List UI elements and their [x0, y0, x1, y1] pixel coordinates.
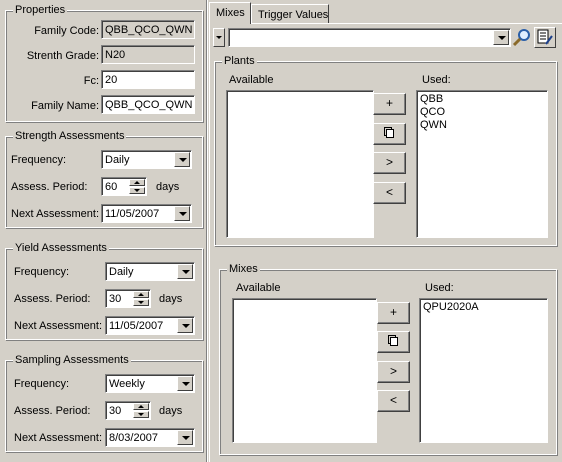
yield-period-label: Assess. Period:: [14, 293, 91, 305]
list-item[interactable]: QWN: [420, 119, 544, 132]
yield-next-date-picker[interactable]: 11/05/2007: [105, 316, 195, 335]
mixes-available-label: Available: [236, 282, 281, 294]
fc-field[interactable]: 20: [101, 70, 195, 89]
spin-up-icon[interactable]: [129, 179, 145, 186]
list-item[interactable]: QBB: [420, 93, 544, 106]
plants-group: Plants Available Used: + > < QBB QCO QWN: [214, 54, 557, 246]
plants-available-label: Available: [229, 74, 274, 86]
mix-search-combo[interactable]: [228, 28, 511, 47]
strength-period-stepper[interactable]: 60: [101, 177, 147, 196]
sampling-period-value: 30: [109, 405, 122, 417]
spin-up-icon[interactable]: [133, 291, 149, 298]
spin-down-icon[interactable]: [133, 411, 149, 418]
properties-group: Properties Family Code: QBB_QCO_QWN Stre…: [5, 3, 203, 122]
yield-next-value: 11/05/2007: [109, 320, 164, 332]
strength-period-value: 60: [105, 181, 118, 193]
mixes-group: Mixes Available Used: + > < QPU2020A: [219, 262, 557, 455]
mixes-used-label: Used:: [425, 282, 454, 294]
copy-icon: [385, 129, 394, 138]
strength-frequency-select[interactable]: Daily: [101, 150, 192, 169]
plants-move-right-button[interactable]: >: [373, 152, 406, 174]
chevron-down-icon[interactable]: [177, 264, 193, 279]
chevron-down-icon[interactable]: [177, 376, 193, 391]
edit-list-button[interactable]: [534, 27, 556, 48]
strength-title: Strength Assessments: [13, 129, 127, 143]
strength-period-unit: days: [156, 181, 180, 193]
strength-frequency-label: Frequency:: [11, 154, 67, 166]
mixes-copy-button[interactable]: [377, 331, 410, 353]
strength-grade-field[interactable]: N20: [101, 45, 195, 64]
scroll-left-button[interactable]: [213, 28, 225, 47]
search-icon: [512, 29, 530, 47]
chevron-down-icon[interactable]: [177, 318, 193, 333]
spinner-icon[interactable]: [133, 291, 149, 306]
yield-frequency-select[interactable]: Daily: [105, 262, 195, 281]
strength-frequency-value: Daily: [105, 154, 130, 166]
yield-period-value: 30: [109, 293, 122, 305]
list-item[interactable]: QPU2020A: [423, 301, 544, 314]
sampling-frequency-value: Weekly: [109, 378, 145, 390]
family-code-label: Family Code:: [34, 25, 99, 37]
strength-period-label: Assess. Period:: [11, 181, 88, 193]
tab-trigger-values[interactable]: Trigger Values: [251, 4, 329, 24]
chevron-down-icon[interactable]: [177, 430, 193, 445]
chevron-down-icon[interactable]: [174, 206, 190, 221]
list-item[interactable]: QCO: [420, 106, 544, 119]
plants-copy-button[interactable]: [373, 123, 406, 145]
mixes-used-list[interactable]: QPU2020A: [419, 298, 548, 443]
tab-mixes[interactable]: Mixes: [209, 2, 251, 24]
strength-grade-label: Strenth Grade:: [26, 50, 99, 62]
mixes-title: Mixes: [227, 262, 260, 276]
chevron-down-icon[interactable]: [493, 30, 509, 45]
mixes-available-list[interactable]: [232, 298, 377, 443]
family-name-field[interactable]: QBB_QCO_QWN: [101, 95, 195, 114]
spinner-icon[interactable]: [133, 403, 149, 418]
strength-assessments-group: Strength Assessments Frequency: Daily As…: [5, 129, 203, 228]
spin-down-icon[interactable]: [133, 299, 149, 306]
panel-divider: [206, 0, 208, 462]
sampling-frequency-label: Frequency:: [14, 378, 70, 390]
sampling-next-label: Next Assessment:: [14, 432, 103, 444]
mixes-add-button[interactable]: +: [377, 302, 410, 324]
sampling-period-stepper[interactable]: 30: [105, 401, 151, 420]
sampling-assessments-group: Sampling Assessments Frequency: Weekly A…: [5, 353, 203, 452]
yield-frequency-label: Frequency:: [14, 266, 70, 278]
strength-next-label: Next Assessment:: [11, 208, 100, 220]
plants-used-list[interactable]: QBB QCO QWN: [416, 90, 548, 238]
strength-next-date-picker[interactable]: 11/05/2007: [101, 204, 192, 223]
yield-assessments-group: Yield Assessments Frequency: Daily Asses…: [5, 241, 203, 340]
family-name-label: Family Name:: [31, 100, 99, 112]
plants-available-list[interactable]: [226, 90, 374, 238]
plants-used-label: Used:: [422, 74, 451, 86]
edit-list-icon: [537, 29, 553, 45]
yield-frequency-value: Daily: [109, 266, 134, 278]
plants-add-button[interactable]: +: [373, 93, 406, 115]
mixes-move-left-button[interactable]: <: [377, 390, 410, 412]
spinner-icon[interactable]: [129, 179, 145, 194]
yield-next-label: Next Assessment:: [14, 320, 103, 332]
plants-move-left-button[interactable]: <: [373, 182, 406, 204]
copy-icon: [389, 337, 398, 346]
search-button[interactable]: [511, 27, 533, 48]
chevron-down-icon[interactable]: [174, 152, 190, 167]
sampling-period-label: Assess. Period:: [14, 405, 91, 417]
mixes-move-right-button[interactable]: >: [377, 361, 410, 383]
yield-period-unit: days: [159, 293, 183, 305]
yield-title: Yield Assessments: [13, 241, 109, 255]
sampling-period-unit: days: [159, 405, 183, 417]
spin-down-icon[interactable]: [129, 187, 145, 194]
sampling-title: Sampling Assessments: [13, 353, 131, 367]
sampling-next-value: 8/03/2007: [109, 432, 158, 444]
properties-title: Properties: [13, 3, 68, 17]
spin-up-icon[interactable]: [133, 403, 149, 410]
yield-period-stepper[interactable]: 30: [105, 289, 151, 308]
sampling-frequency-select[interactable]: Weekly: [105, 374, 195, 393]
family-code-field[interactable]: QBB_QCO_QWN: [101, 20, 195, 39]
sampling-next-date-picker[interactable]: 8/03/2007: [105, 428, 195, 447]
strength-next-value: 11/05/2007: [105, 208, 160, 220]
chevron-down-icon: [216, 36, 222, 39]
fc-label: Fc:: [83, 75, 99, 87]
plants-title: Plants: [222, 54, 257, 68]
